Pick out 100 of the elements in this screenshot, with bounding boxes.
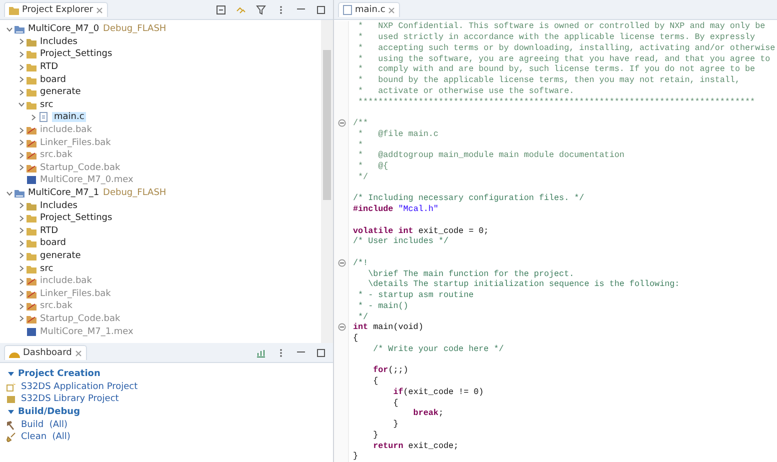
tree-item[interactable]: generate: [40, 250, 81, 261]
code-line: {: [353, 333, 358, 344]
file-icon: [343, 5, 352, 15]
dashboard-link[interactable]: Build (All): [6, 419, 327, 431]
brush-icon: [6, 432, 16, 442]
code-line: }: [353, 451, 358, 462]
folder-icon: [26, 213, 37, 224]
dashboard-link[interactable]: S32DS Application Project: [6, 381, 327, 393]
tab-label: Project Explorer: [22, 5, 94, 15]
tree-item[interactable]: include.bak: [40, 125, 92, 136]
fold-icon[interactable]: [338, 323, 346, 331]
chevron-icon[interactable]: [18, 101, 24, 108]
chevron-icon[interactable]: [18, 64, 24, 71]
tree-item[interactable]: MultiCore_M7_1: [28, 188, 100, 198]
chevron-icon[interactable]: [6, 190, 12, 197]
code-line: int main(void): [353, 322, 424, 332]
chevron-icon[interactable]: [18, 227, 24, 234]
tree-item[interactable]: include.bak: [40, 276, 92, 286]
code-line: /* Write your code here */: [372, 344, 504, 354]
tree-item[interactable]: MultiCore_M7_0: [28, 24, 100, 34]
code-line: * - startup asm routine: [357, 290, 474, 300]
chevron-icon[interactable]: [18, 139, 24, 146]
folder-icon: [26, 162, 37, 173]
code-line: }: [392, 419, 398, 430]
tab-label: Dashboard: [23, 348, 72, 358]
code-line: /**: [353, 118, 368, 128]
chevron-icon[interactable]: [18, 240, 24, 247]
file-icon: [26, 326, 37, 337]
code-line: * used strictly in accordance with the applicable license terms. By expressly: [357, 32, 756, 42]
close-icon[interactable]: [388, 6, 396, 14]
chevron-icon[interactable]: [18, 290, 24, 298]
chevron-icon[interactable]: [18, 315, 24, 322]
tree-item[interactable]: generate: [40, 87, 81, 98]
dashboard-link[interactable]: Clean (All): [6, 431, 327, 443]
chevron-icon[interactable]: [18, 265, 24, 272]
tree-item[interactable]: RTD: [40, 226, 58, 236]
fold-icon[interactable]: [338, 258, 346, 266]
tree-item[interactable]: src: [40, 264, 54, 274]
triangle-icon[interactable]: [8, 371, 14, 377]
folder-icon: [26, 125, 37, 136]
filter-icon[interactable]: [256, 4, 266, 14]
code-line: *******************************************************************************: [357, 96, 756, 107]
view-tab[interactable]: Project Explorer: [4, 2, 108, 17]
tree-item[interactable]: board: [40, 238, 66, 248]
collapse-all-icon[interactable]: [216, 4, 226, 14]
tree-item[interactable]: Startup_Code.bak: [40, 162, 120, 173]
section-header[interactable]: Build/Debug: [18, 407, 80, 417]
chevron-icon[interactable]: [18, 126, 24, 134]
view-tab[interactable]: Dashboard: [4, 345, 87, 360]
folder-icon: [26, 276, 37, 286]
folder-icon: [26, 250, 37, 261]
chevron-icon[interactable]: [18, 252, 24, 260]
code-line: */: [357, 172, 368, 182]
chevron-icon[interactable]: [18, 50, 24, 58]
tab-label: main.c: [355, 5, 386, 15]
chevron-icon[interactable]: [18, 76, 24, 84]
chevron-icon[interactable]: [18, 38, 24, 46]
tree-item[interactable]: Project_Settings: [40, 213, 112, 224]
tree-item[interactable]: Includes: [40, 36, 78, 47]
tree-item[interactable]: Linker_Files.bak: [40, 138, 111, 148]
tree-item[interactable]: Startup_Code.bak: [40, 314, 120, 324]
tree-item[interactable]: main.c: [52, 112, 86, 122]
new-project-icon: [6, 382, 16, 392]
tree-item[interactable]: MultiCore_M7_0.mex: [40, 175, 134, 186]
section-header[interactable]: Project Creation: [18, 369, 100, 379]
tree-item[interactable]: MultiCore_M7_1.mex: [40, 326, 134, 337]
maximize-icon[interactable]: [316, 348, 326, 358]
folder-icon: [26, 36, 37, 47]
project-icon: [14, 24, 25, 34]
code-line: /* User includes */: [353, 236, 448, 246]
chevron-icon[interactable]: [18, 302, 24, 310]
code-line: * activate or otherwise use the software.: [357, 86, 574, 96]
tree-item[interactable]: Project_Settings: [40, 49, 112, 60]
tree-item[interactable]: RTD: [40, 62, 58, 72]
triangle-icon[interactable]: [8, 409, 14, 415]
chevron-icon[interactable]: [30, 114, 36, 121]
tree-item[interactable]: src: [40, 100, 54, 110]
chevron-icon[interactable]: [18, 202, 24, 210]
close-icon[interactable]: [96, 6, 104, 14]
chevron-icon[interactable]: [18, 214, 24, 222]
code-line: * NXP Confidential. This software is owned or controlled by NXP and may only be: [357, 21, 766, 32]
folder-icon: [26, 100, 37, 110]
tree-item[interactable]: Includes: [40, 200, 78, 211]
tree-item[interactable]: src.bak: [40, 301, 72, 312]
scrollbar[interactable]: [321, 20, 333, 343]
tree-item[interactable]: Linker_Files.bak: [40, 288, 111, 299]
close-icon[interactable]: [74, 350, 82, 356]
chevron-icon[interactable]: [18, 88, 24, 96]
dashboard-link[interactable]: S32DS Library Project: [6, 393, 327, 405]
editor-tab[interactable]: main.c: [338, 2, 400, 17]
tree-item[interactable]: src.bak: [40, 150, 72, 160]
fold-icon[interactable]: [338, 118, 346, 127]
chevron-icon[interactable]: [6, 26, 12, 33]
chart-icon[interactable]: [256, 348, 266, 358]
chevron-icon[interactable]: [18, 164, 24, 172]
chevron-icon[interactable]: [18, 278, 24, 285]
chevron-icon[interactable]: [18, 152, 24, 159]
hammer-icon: [6, 420, 16, 430]
maximize-icon[interactable]: [316, 4, 326, 14]
tree-item[interactable]: board: [40, 74, 66, 85]
